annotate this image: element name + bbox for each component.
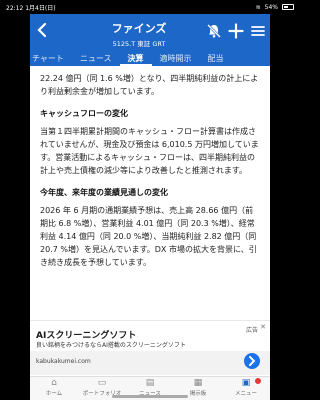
paragraph-equity: 22.24 億円（同 1.6 %増）となり、四半期純利益の計上により利益剰余金が… (40, 74, 259, 96)
paragraph-outlook: 2026 年 6 月期の通期業績予想は、売上高 28.66 億円（前期比 6.8… (40, 206, 257, 267)
news-icon: ▤ (145, 378, 155, 388)
paragraph-cashflow: 当第１四半期累計期間のキャッシュ・フロー計算書は作成されていませんが、現金及び預… (40, 127, 259, 175)
home-indicator[interactable] (112, 395, 188, 398)
heading-cashflow: キャッシュフローの変化 (40, 109, 128, 118)
ad-description: 良い銘柄をみつけるならAI搭載のスクリーニングソフト (36, 342, 186, 349)
tab-dividend[interactable]: 配当 (200, 50, 232, 66)
nav-home[interactable]: ⌂ ホーム (30, 377, 78, 400)
battery-percent: 54% (264, 3, 278, 11)
header-bar: ファインズ 5125.T 東証 GRT チャート ニュース 決算 適時開示 配当 (30, 14, 270, 66)
tab-chart[interactable]: チャート (30, 50, 72, 66)
tab-earnings[interactable]: 決算 (119, 50, 152, 66)
status-date: 1月4日(日) (25, 5, 56, 12)
nav-menu-label: メニュー (234, 391, 257, 397)
battery-icon (282, 4, 294, 10)
plus-icon[interactable] (228, 23, 244, 39)
nav-menu[interactable]: ▣ メニュー (222, 377, 270, 400)
heading-outlook: 今年度、来年度の業績見通しの変化 (40, 188, 168, 197)
nav-board-label: 掲示板 (189, 391, 207, 397)
ad-close-icon[interactable]: ✕ (260, 323, 266, 331)
tab-news[interactable]: ニュース (72, 50, 120, 66)
nav-home-label: ホーム (45, 391, 63, 397)
wifi-icon: ≋ (255, 3, 261, 11)
stock-title-block: ファインズ 5125.T 東証 GRT (80, 20, 198, 48)
device-frame: 22:12 1月4日(日) ≋ 54% ファインズ 5125.T 東証 GRT (0, 0, 300, 400)
bell-slash-icon[interactable] (206, 23, 222, 39)
app-screen: ファインズ 5125.T 東証 GRT チャート ニュース 決算 適時開示 配当… (30, 14, 270, 400)
ad-banner[interactable]: 広告 ✕ AIスクリーニングソフト 良い銘柄をみつけるならAI搭載のスクリーニン… (30, 320, 270, 376)
ad-link[interactable]: kabukakumei.com (30, 351, 270, 375)
ad-badge: 広告 (245, 327, 258, 334)
hamburger-menu-icon[interactable] (250, 23, 266, 39)
status-bar: 22:12 1月4日(日) ≋ 54% (0, 0, 300, 14)
status-time: 22:12 (6, 5, 24, 12)
chevron-right-icon[interactable] (244, 353, 260, 369)
folder-icon: ▭ (97, 378, 107, 388)
board-icon: ▦ (193, 378, 203, 388)
earnings-summary: 22.24 億円（同 1.6 %増）となり、四半期純利益の計上により利益剰余金が… (30, 66, 270, 320)
stock-code: 5125.T 東証 GRT (112, 40, 166, 48)
stock-name: ファインズ (111, 22, 167, 35)
tab-disclosure[interactable]: 適時開示 (152, 50, 200, 66)
home-icon: ⌂ (51, 378, 57, 388)
notification-dot (255, 378, 261, 384)
menu-grid-icon: ▣ (241, 378, 251, 388)
tab-bar: チャート ニュース 決算 適時開示 配当 (30, 50, 270, 66)
back-chevron-icon[interactable] (36, 22, 52, 40)
